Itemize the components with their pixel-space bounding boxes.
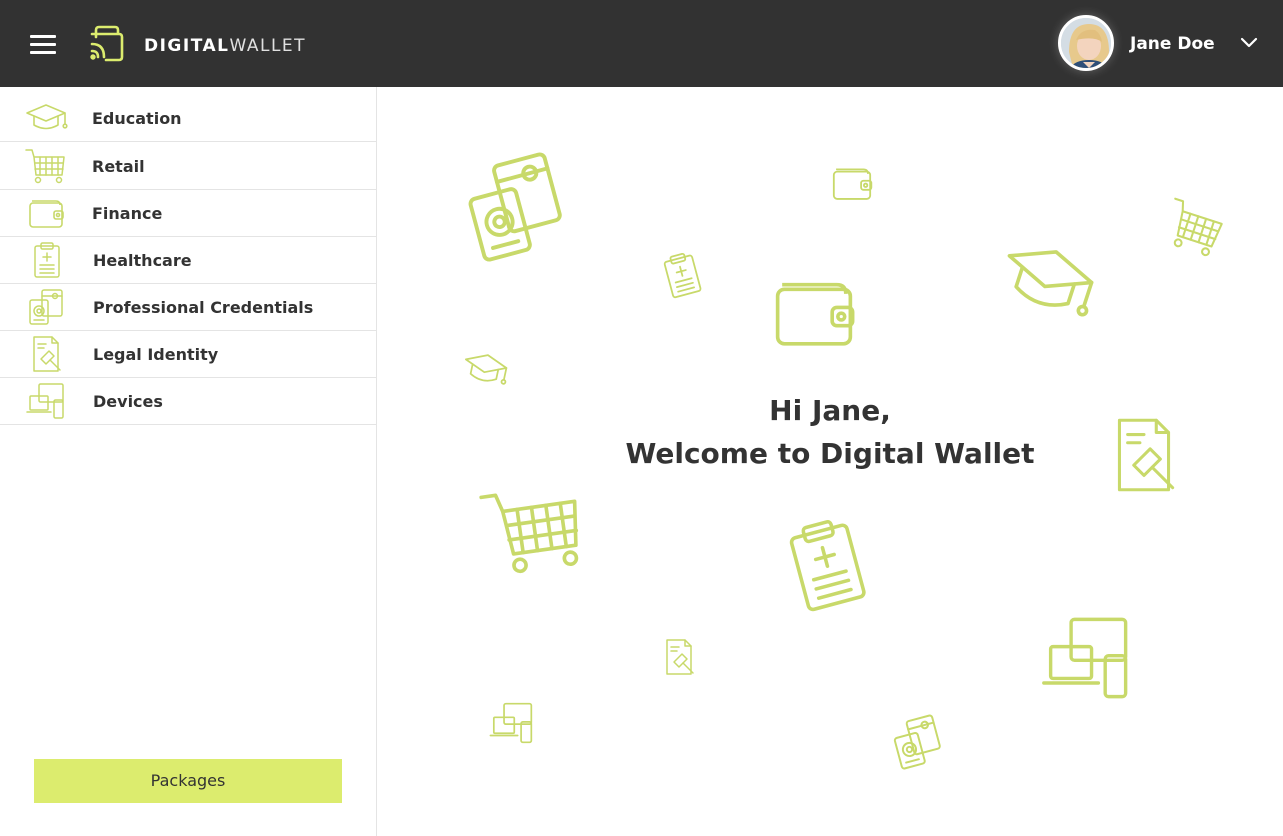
shopping-cart-icon — [24, 147, 68, 185]
sidebar-item-healthcare[interactable]: Healthcare — [0, 237, 376, 284]
sidebar: Education Retail Finance Healthcare Prof… — [0, 87, 377, 836]
gavel-document-icon — [24, 335, 68, 373]
user-photo — [1061, 18, 1111, 68]
brand-title: DIGITALWALLET — [144, 36, 306, 56]
greeting-line-2: Welcome to Digital Wallet — [625, 437, 1035, 470]
credentials-icon — [882, 710, 953, 774]
graduation-cap-icon — [985, 220, 1109, 340]
sidebar-item-label: Professional Credentials — [93, 298, 314, 317]
shopping-cart-icon — [1156, 193, 1234, 263]
wallet-logo-icon — [90, 25, 124, 62]
graduation-cap-icon — [457, 342, 513, 395]
avatar[interactable] — [1058, 15, 1114, 71]
clipboard-medical-icon — [24, 241, 68, 279]
credentials-icon — [24, 288, 68, 326]
sidebar-item-label: Retail — [92, 157, 145, 176]
welcome-greeting: Hi Jane, Welcome to Digital Wallet — [377, 389, 1283, 475]
top-bar: DIGITALWALLET Jane Doe — [0, 0, 1283, 87]
sidebar-item-label: Finance — [92, 204, 163, 223]
devices-icon — [24, 382, 68, 420]
brand-title-light: WALLET — [229, 36, 307, 56]
devices-icon — [1037, 612, 1137, 704]
sidebar-item-professional-credentials[interactable]: Professional Credentials — [0, 284, 376, 331]
sidebar-item-label: Education — [92, 109, 182, 128]
hamburger-menu-icon[interactable] — [30, 35, 56, 54]
sidebar-item-education[interactable]: Education — [0, 95, 376, 142]
main-content: Hi Jane, Welcome to Digital Wallet — [377, 87, 1283, 836]
shopping-cart-icon — [466, 475, 603, 584]
chevron-down-icon[interactable] — [1240, 36, 1258, 50]
devices-icon — [487, 699, 537, 747]
sidebar-item-label: Healthcare — [93, 251, 192, 270]
sidebar-item-label: Devices — [93, 392, 163, 411]
wallet-icon — [827, 161, 877, 205]
sidebar-item-finance[interactable]: Finance — [0, 190, 376, 237]
sidebar-item-legal-identity[interactable]: Legal Identity — [0, 331, 376, 378]
sidebar-item-retail[interactable]: Retail — [0, 143, 376, 190]
wallet-icon — [24, 194, 68, 232]
packages-button[interactable]: Packages — [34, 759, 342, 803]
brand-title-bold: DIGITAL — [144, 36, 230, 56]
sidebar-item-devices[interactable]: Devices — [0, 378, 376, 425]
user-name[interactable]: Jane Doe — [1130, 34, 1215, 54]
sidebar-item-label: Legal Identity — [93, 345, 219, 364]
clipboard-medical-icon — [760, 500, 889, 629]
credentials-icon — [446, 144, 583, 270]
clipboard-medical-icon — [649, 241, 714, 309]
greeting-line-1: Hi Jane, — [769, 394, 891, 427]
wallet-icon — [764, 267, 864, 357]
gavel-document-icon — [657, 635, 701, 679]
graduation-cap-icon — [24, 99, 68, 137]
